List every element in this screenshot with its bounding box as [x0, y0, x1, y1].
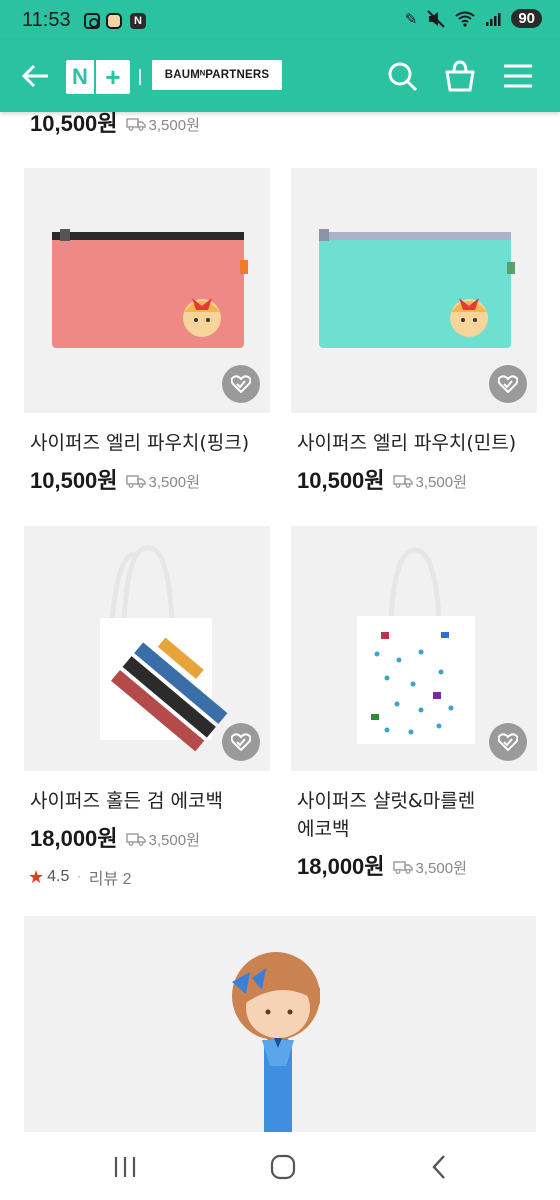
wishlist-button[interactable] — [489, 365, 527, 403]
signal-icon — [486, 12, 501, 26]
back-icon[interactable] — [424, 1154, 454, 1180]
mute-icon — [427, 9, 446, 28]
product-title[interactable]: 사이퍼즈 엘리 파우치(핑크) — [24, 429, 270, 457]
brand-logo[interactable]: BAUMᴺPARTNERS — [152, 60, 282, 90]
product-title[interactable]: 사이퍼즈 샬럿&마를렌 에코백 — [291, 787, 537, 843]
product-price: 18,000원 — [30, 826, 118, 851]
instagram-icon — [84, 13, 100, 29]
product-price: 10,500원 — [30, 111, 118, 136]
shipping-fee-text: 3,500원 — [415, 473, 467, 491]
nplus-logo[interactable]: N + — [66, 60, 130, 94]
recent-apps-icon[interactable] — [110, 1154, 140, 1180]
nplus-logo-n: N — [72, 64, 88, 89]
app-header: N + BAUMᴺPARTNERS — [0, 40, 560, 112]
truck-icon — [392, 475, 413, 488]
product-card[interactable]: 사이퍼즈 엘리 파우치(민트) 10,500원 3,500원 — [291, 168, 537, 495]
wishlist-button[interactable] — [489, 723, 527, 761]
wishlist-button[interactable] — [222, 723, 260, 761]
character-pen-illustration — [232, 952, 320, 1136]
rating-row: ★ 4.5 · 리뷰 2 — [24, 865, 270, 889]
product-title-line-1: 사이퍼즈 샬럿&마를렌 — [297, 790, 476, 812]
shipping-fee-text: 3,500원 — [148, 831, 200, 849]
shipping-fee: 3,500원 — [125, 829, 200, 850]
product-image-sword-ecobag[interactable] — [24, 526, 270, 771]
home-icon[interactable] — [268, 1154, 298, 1180]
price-row: 18,000원 3,500원 — [24, 821, 270, 853]
shipping-fee-text: 3,500원 — [148, 116, 200, 134]
avatar-icon — [106, 13, 122, 29]
search-icon[interactable] — [384, 58, 420, 94]
price-row: 10,500원 3,500원 — [24, 463, 270, 495]
shipping-fee-text: 3,500원 — [148, 473, 200, 491]
product-price: 10,500원 — [297, 468, 385, 493]
previous-row-price: 10,500원 3,500원 — [30, 106, 200, 138]
product-image-rain-ecobag[interactable] — [291, 526, 537, 771]
price-row: 10,500원 3,500원 — [291, 463, 537, 495]
product-card[interactable]: 사이퍼즈 샬럿&마를렌 에코백 18,000원 3,500원 — [291, 526, 537, 881]
price-row: 18,000원 3,500원 — [291, 849, 537, 881]
heart-check-icon — [498, 733, 518, 751]
n-app-icon: N — [130, 13, 146, 29]
nplus-logo-plus: + — [105, 61, 121, 92]
rating-value: 4.5 — [47, 868, 70, 885]
system-nav-bar — [0, 1132, 560, 1200]
shopping-bag-icon[interactable] — [442, 58, 478, 94]
star-icon: ★ — [28, 866, 45, 887]
product-title[interactable]: 사이퍼즈 엘리 파우치(민트) — [291, 429, 537, 457]
separator-dot: · — [76, 868, 82, 885]
status-time: 11:53 — [22, 9, 71, 31]
product-image-mint-pouch[interactable] — [291, 168, 537, 413]
back-arrow-icon[interactable] — [18, 58, 54, 94]
product-image-pink-pouch[interactable] — [24, 168, 270, 413]
shipping-fee: 3,500원 — [392, 857, 467, 878]
product-title[interactable]: 사이퍼즈 홀든 검 에코백 — [24, 787, 270, 815]
menu-icon[interactable] — [500, 58, 536, 94]
product-price: 18,000원 — [297, 854, 385, 879]
shipping-fee: 3,500원 — [392, 471, 467, 492]
product-card[interactable]: 사이퍼즈 홀든 검 에코백 18,000원 3,500원 ★ 4.5 · 리뷰 … — [24, 526, 270, 889]
product-card[interactable]: 사이퍼즈 엘리 파우치(핑크) 10,500원 3,500원 — [24, 168, 270, 495]
heart-check-icon — [231, 733, 251, 751]
heart-check-icon — [231, 375, 251, 393]
battery-icon: 90 — [511, 9, 542, 28]
edit-icon: ✎ — [404, 9, 418, 28]
wifi-icon — [455, 11, 475, 27]
truck-icon — [125, 475, 146, 488]
truck-icon — [125, 833, 146, 846]
wishlist-button[interactable] — [222, 365, 260, 403]
shipping-fee-text: 3,500원 — [415, 859, 467, 877]
product-image-character-pen[interactable] — [24, 916, 536, 1136]
product-title-line-2: 에코백 — [297, 818, 350, 840]
shipping-fee: 3,500원 — [125, 471, 200, 492]
header-divider — [139, 69, 141, 85]
heart-check-icon — [498, 375, 518, 393]
truck-icon — [125, 118, 146, 131]
truck-icon — [392, 861, 413, 874]
status-bar: 11:53 N ✎ 90 — [0, 0, 560, 40]
product-price: 10,500원 — [30, 468, 118, 493]
shipping-fee: 3,500원 — [125, 114, 200, 135]
review-count[interactable]: 리뷰 2 — [89, 865, 132, 889]
